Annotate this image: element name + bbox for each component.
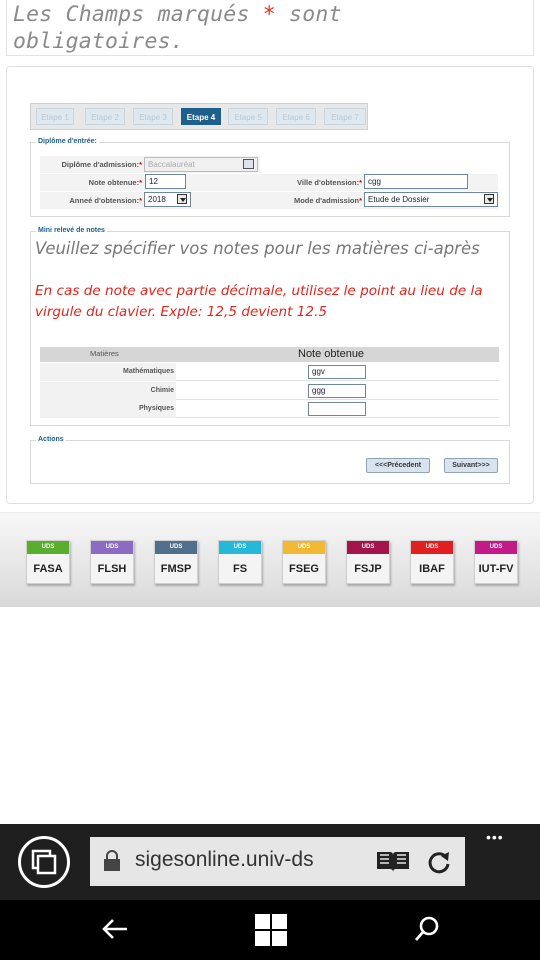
required-mark: * xyxy=(139,196,142,205)
faculty-tile-fasa[interactable]: UDS FASA xyxy=(26,540,70,584)
back-arrow-icon[interactable] xyxy=(100,917,130,941)
subject-cell: Mathématiques xyxy=(40,363,176,381)
faculty-name: FLSH xyxy=(97,563,127,575)
diploma-label-text: Diplôme d'admission: xyxy=(61,160,140,169)
subject-cell: Chimie xyxy=(40,382,176,400)
faculty-tag: UDS xyxy=(411,541,453,554)
note-input[interactable]: 12 xyxy=(145,174,186,189)
faculty-name: FS xyxy=(232,563,248,575)
required-mark: * xyxy=(139,160,142,169)
notes-instruction: Veuillez spécifier vos notes pour les ma… xyxy=(35,239,480,258)
subject-column-header: Matières xyxy=(90,349,119,358)
note-label: Note obtenue:* xyxy=(40,174,142,191)
table-row: Physiques xyxy=(40,400,499,418)
grade-input[interactable] xyxy=(308,402,366,416)
step-6[interactable]: Etape 6 xyxy=(276,108,316,125)
step-5[interactable]: Etape 5 xyxy=(228,108,268,125)
subject-cell: Physiques xyxy=(40,400,176,418)
faculty-name: FSEG xyxy=(289,563,319,575)
faculty-tag: UDS xyxy=(91,541,133,554)
step-4[interactable]: Etape 4 xyxy=(181,108,221,125)
faculty-tag: UDS xyxy=(27,541,69,554)
annee-label: Anneé d'obtension:* xyxy=(40,192,142,209)
chevron-down-icon[interactable] xyxy=(177,194,187,204)
search-icon[interactable] xyxy=(413,915,441,943)
reading-view-icon[interactable] xyxy=(375,850,411,874)
step-3[interactable]: Etape 3 xyxy=(133,108,173,125)
faculty-tag: UDS xyxy=(283,541,325,554)
refresh-icon[interactable] xyxy=(426,849,452,875)
steps-bar: Etape 1 Etape 2 Etape 3 Etape 4 Etape 5 … xyxy=(30,103,368,130)
ville-input[interactable]: cgg xyxy=(364,174,468,189)
faculty-tile-fseg[interactable]: UDS FSEG xyxy=(282,540,326,584)
faculties-band xyxy=(0,512,540,607)
windows-logo-icon[interactable] xyxy=(254,913,288,947)
required-mark: * xyxy=(139,178,142,187)
required-fields-text: Les Champs marqués * sont obligatoires. xyxy=(13,1,513,55)
ville-label-text: Ville d'obtension: xyxy=(297,178,360,187)
grades-table-header: Matières Note obtenue xyxy=(40,347,499,362)
notes-legend: Mini relevé de notes xyxy=(36,227,107,234)
faculty-tag: UDS xyxy=(155,541,197,554)
faculty-tile-fmsp[interactable]: UDS FMSP xyxy=(154,540,198,584)
faculty-tile-ibaf[interactable]: UDS IBAF xyxy=(410,540,454,584)
chevron-down-icon[interactable] xyxy=(484,194,494,204)
step-1[interactable]: Etape 1 xyxy=(36,108,74,125)
faculty-name: IBAF xyxy=(419,563,445,575)
faculty-tile-fs[interactable]: UDS FS xyxy=(218,540,262,584)
lock-icon xyxy=(103,850,121,872)
diploma-label: Diplôme d'admission:* xyxy=(40,156,142,173)
faculty-tile-fsjp[interactable]: UDS FSJP xyxy=(346,540,390,584)
faculty-name: IUT-FV xyxy=(478,563,514,575)
faculty-tag: UDS xyxy=(347,541,389,554)
annee-label-text: Anneé d'obtension: xyxy=(69,196,140,205)
faculty-tile-iut-fv[interactable]: UDS IUT-FV xyxy=(474,540,518,584)
actions-legend: Actions xyxy=(36,436,66,443)
note-label-text: Note obtenue: xyxy=(88,178,140,187)
faculty-name: FSJP xyxy=(354,563,382,575)
faculty-tag: UDS xyxy=(219,541,261,554)
step-2[interactable]: Etape 2 xyxy=(85,108,125,125)
required-star: * xyxy=(262,2,276,27)
previous-button[interactable]: <<<Précedent xyxy=(366,458,430,473)
diploma-select[interactable]: Baccalauréat xyxy=(144,157,258,172)
more-menu-icon[interactable]: ••• xyxy=(486,829,520,849)
grade-input[interactable]: ggv xyxy=(308,365,366,379)
required-mark: * xyxy=(359,196,362,205)
mode-label: Mode d'admission* xyxy=(260,192,362,209)
step-7[interactable]: Etape 7 xyxy=(324,108,366,125)
faculty-tile-flsh[interactable]: UDS FLSH xyxy=(90,540,134,584)
decimal-warning: En cas de note avec partie décimale, uti… xyxy=(35,283,483,320)
faculty-name: FMSP xyxy=(160,563,192,575)
grade-input[interactable]: ggg xyxy=(308,384,366,398)
ville-label: Ville d'obtension:* xyxy=(260,174,362,191)
required-mark: * xyxy=(359,178,362,187)
mode-select[interactable]: Etude de Dossier xyxy=(364,192,498,207)
tabs-icon[interactable] xyxy=(18,836,70,888)
next-button[interactable]: Suivant>>> xyxy=(444,458,498,473)
faculty-name: FASA xyxy=(33,563,63,575)
chevron-down-icon[interactable] xyxy=(243,159,254,169)
diploma-legend: Diplôme d'entrée: xyxy=(36,138,99,145)
actions-fieldset xyxy=(30,440,510,484)
grade-column-header: Note obtenue xyxy=(298,348,365,360)
faculty-tag: UDS xyxy=(475,541,517,554)
url-text[interactable]: sigesonline.univ-ds xyxy=(135,848,357,872)
table-row: Chimie ggg xyxy=(40,382,499,400)
mode-label-text: Mode d'admission xyxy=(293,196,360,205)
table-row: Mathématiques ggv xyxy=(40,363,499,381)
notice-prefix: Les Champs marqués xyxy=(13,2,263,27)
